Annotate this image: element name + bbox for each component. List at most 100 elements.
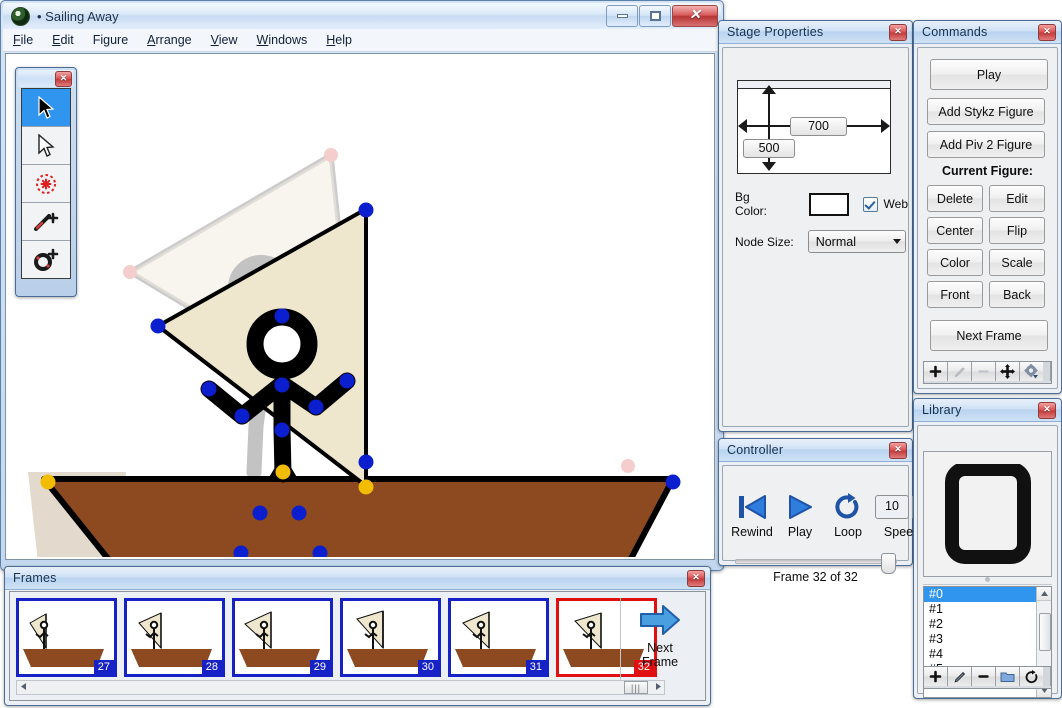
rewind-button[interactable]: Rewind [731, 490, 773, 539]
next-frame-button[interactable]: Next Frame [629, 602, 691, 669]
list-item[interactable]: #1 [924, 602, 1051, 617]
edit-pencil-icon[interactable] [948, 362, 972, 381]
add-piv2-figure-button[interactable]: Add Piv 2 Figure [927, 131, 1045, 158]
stage-properties-close-button[interactable]: ✕ [889, 24, 907, 41]
frame-thumbnail[interactable]: 27 [16, 598, 117, 677]
list-item[interactable]: #0 [924, 587, 1051, 602]
library-scrollbar-thumb[interactable] [1039, 613, 1051, 651]
flip-button[interactable]: Flip [989, 217, 1045, 244]
add-segment-icon [34, 212, 59, 231]
web-safe-checkbox[interactable] [862, 196, 878, 212]
frame-number: 27 [93, 660, 114, 674]
node-size-label: Node Size: [735, 234, 794, 249]
library-splitter[interactable] [923, 576, 1052, 585]
scroll-right-button[interactable] [652, 681, 664, 692]
menu-file[interactable]: File [13, 33, 33, 47]
play-button-controller[interactable]: Play [779, 490, 821, 539]
menu-view[interactable]: View [211, 33, 238, 47]
tool-palette-title-bar[interactable]: ✕ [18, 70, 74, 87]
frame-thumbnail[interactable]: 31 [448, 598, 549, 677]
stage-width-input[interactable]: 700 [790, 117, 847, 136]
stage-canvas[interactable] [6, 54, 712, 557]
hollow-arrow-tool[interactable] [22, 127, 70, 165]
close-icon: ✕ [689, 8, 701, 23]
loop-button[interactable]: Loop [827, 490, 869, 539]
commands-close-button[interactable]: ✕ [1038, 24, 1056, 41]
arrow-right-icon [881, 119, 890, 133]
rounded-rect-shape-icon [944, 464, 1031, 564]
edit-pencil-icon[interactable] [948, 667, 972, 686]
menu-arrange[interactable]: Arrange [147, 33, 191, 47]
front-button[interactable]: Front [927, 281, 983, 308]
menu-figure[interactable]: Figure [93, 33, 128, 47]
maximize-button[interactable] [639, 5, 671, 27]
next-frame-button[interactable]: Next Frame [930, 320, 1048, 351]
library-title-bar[interactable]: Library ✕ [914, 399, 1061, 422]
frames-title-bar[interactable]: Frames ✕ [5, 567, 710, 590]
frame-thumbnail[interactable]: 28 [124, 598, 225, 677]
minimize-icon [616, 14, 628, 18]
color-button[interactable]: Color [927, 249, 983, 276]
list-item[interactable]: #3 [924, 632, 1051, 647]
controller-close-button[interactable]: ✕ [889, 442, 907, 459]
tool-palette-close-button[interactable]: ✕ [55, 71, 72, 87]
frame-number: 28 [201, 660, 222, 674]
select-nodes-tool[interactable] [22, 165, 70, 203]
gear-icon[interactable] [1020, 362, 1043, 381]
stage-properties-title-bar[interactable]: Stage Properties ✕ [719, 21, 912, 44]
add-stykz-figure-button[interactable]: Add Stykz Figure [927, 98, 1045, 125]
folder-icon[interactable] [996, 667, 1020, 686]
frame-thumbnail[interactable]: 30 [340, 598, 441, 677]
controller-title-bar[interactable]: Controller ✕ [719, 439, 912, 462]
stage-canvas-area[interactable] [5, 53, 715, 560]
close-button[interactable]: ✕ [672, 5, 718, 27]
node-size-select[interactable]: Normal [807, 230, 906, 253]
frames-close-button[interactable]: ✕ [687, 570, 705, 587]
menu-edit[interactable]: Edit [52, 33, 74, 47]
menu-help[interactable]: Help [326, 33, 352, 47]
transport-controls: Rewind Play Loop 10 Speed [731, 490, 933, 539]
bg-color-swatch[interactable] [808, 192, 849, 216]
add-segment-tool[interactable] [22, 203, 70, 241]
web-safe-label: Web [883, 197, 908, 211]
edit-button[interactable]: Edit [989, 185, 1045, 212]
list-item[interactable]: #4 [924, 647, 1051, 662]
remove-icon[interactable] [972, 362, 996, 381]
scroll-up-button[interactable] [1037, 587, 1051, 601]
select-nodes-icon [36, 173, 56, 194]
center-button[interactable]: Center [927, 217, 983, 244]
menu-windows[interactable]: Windows [257, 33, 308, 47]
frame-thumbnail-strip: 27 28 29 30 31 32 [16, 598, 657, 677]
arrow-up-icon [762, 85, 776, 94]
stage-height-input[interactable]: 500 [743, 139, 795, 158]
delete-button[interactable]: Delete [927, 185, 983, 212]
commands-title-bar[interactable]: Commands ✕ [914, 21, 1061, 44]
remove-icon[interactable] [972, 667, 996, 686]
back-button[interactable]: Back [989, 281, 1045, 308]
move-icon[interactable] [996, 362, 1020, 381]
refresh-icon[interactable] [1020, 667, 1043, 686]
library-preview[interactable] [923, 451, 1052, 577]
library-body: #0 #1 #2 #3 #4 #5 #6 [917, 425, 1058, 698]
frames-scrollbar[interactable]: ||| [16, 680, 665, 695]
list-item[interactable]: #2 [924, 617, 1051, 632]
library-close-button[interactable]: ✕ [1038, 402, 1056, 419]
scroll-left-button[interactable] [17, 681, 29, 692]
speed-input[interactable]: 10 [875, 495, 909, 519]
minimize-button[interactable] [606, 5, 638, 27]
play-button[interactable]: Play [930, 59, 1048, 90]
library-toolstrip [923, 666, 1052, 689]
add-node-icon [34, 248, 59, 271]
scale-button[interactable]: Scale [989, 249, 1045, 276]
select-arrow-tool[interactable] [22, 89, 70, 127]
frame-slider[interactable] [735, 553, 897, 574]
next-frame-label-line2: Frame [641, 655, 679, 669]
add-icon[interactable] [924, 362, 948, 381]
add-node-tool[interactable] [22, 241, 70, 278]
add-icon[interactable] [924, 667, 948, 686]
frames-body: 27 28 29 30 31 32 Next Frame ||| [9, 591, 706, 701]
frames-scrollbar-thumb[interactable]: ||| [624, 681, 648, 694]
play-icon [779, 490, 821, 524]
main-title-bar[interactable]: • Sailing Away ✕ [3, 3, 721, 29]
frame-thumbnail[interactable]: 29 [232, 598, 333, 677]
